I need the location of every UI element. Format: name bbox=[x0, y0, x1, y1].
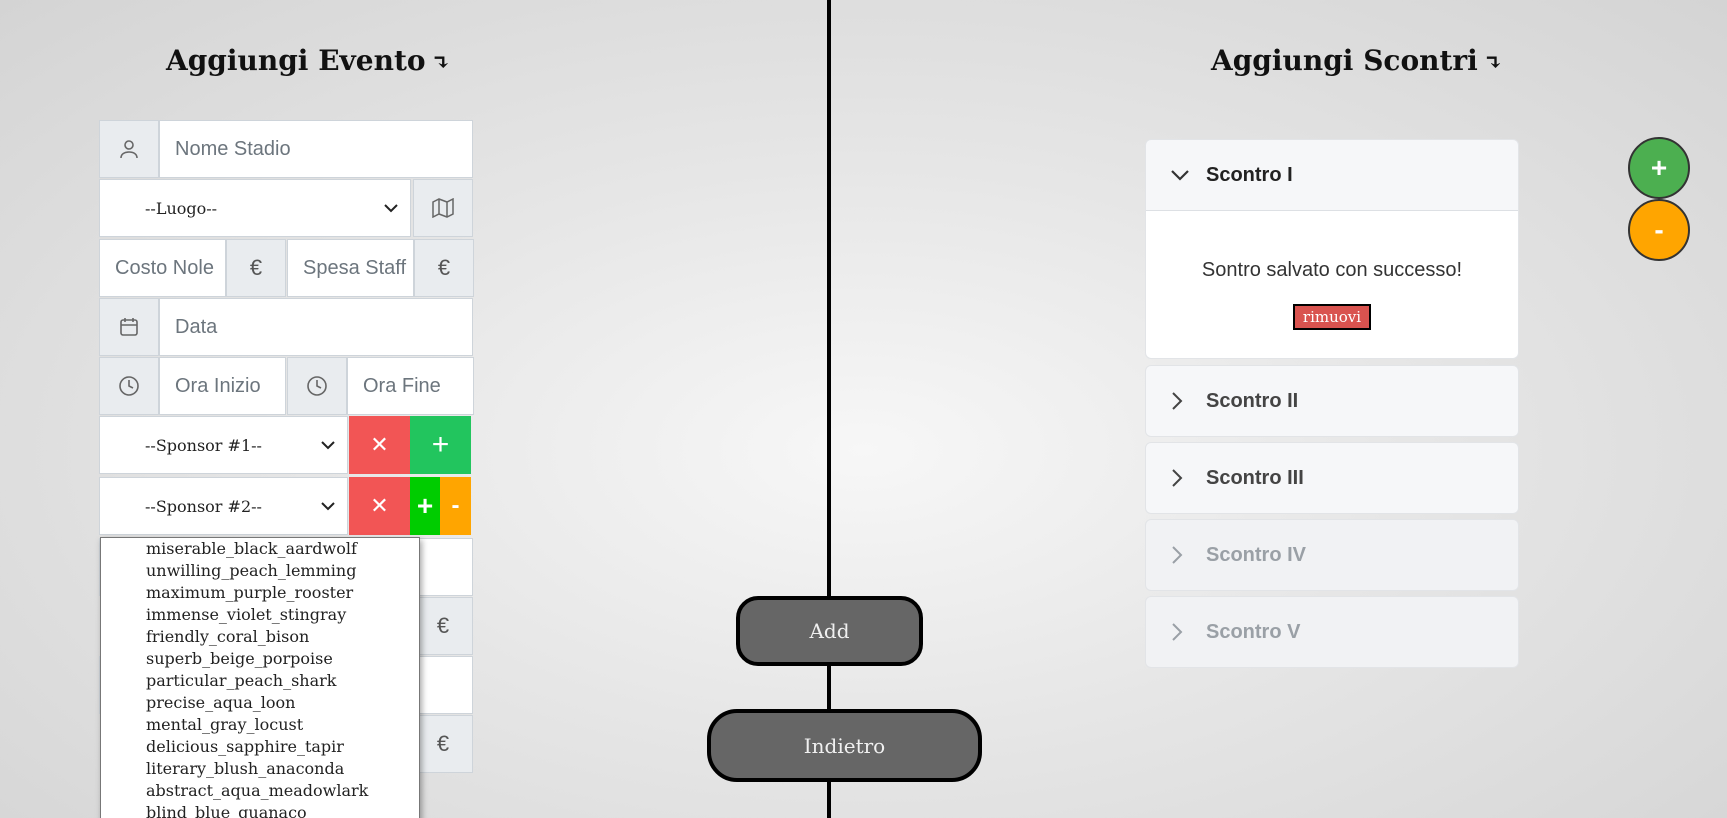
accordion-item-scontro-1: Scontro I Sontro salvato con successo! r… bbox=[1145, 139, 1519, 359]
sponsor2-group: --Sponsor #2-- ✕ + - bbox=[99, 477, 471, 535]
chevron-right-icon bbox=[1170, 468, 1190, 488]
dropdown-option[interactable]: miserable_black_aardwolf bbox=[101, 538, 419, 560]
accordion-header[interactable]: Scontro II bbox=[1146, 366, 1518, 436]
accordion-header[interactable]: Scontro I bbox=[1146, 140, 1518, 210]
clock-icon bbox=[287, 357, 347, 415]
success-message: Sontro salvato con successo! bbox=[1201, 259, 1463, 281]
rental-cost-group: Costo Nole € bbox=[99, 239, 286, 297]
matches-title: Aggiungi Scontri ↴ bbox=[1211, 44, 1503, 77]
dropdown-option[interactable]: abstract_aqua_meadowlark bbox=[101, 780, 419, 802]
rental-cost-input[interactable]: Costo Nole bbox=[99, 239, 226, 297]
accordion-header: Scontro IV bbox=[1146, 520, 1518, 590]
dropdown-option[interactable]: literary_blush_anaconda bbox=[101, 758, 419, 780]
map-icon bbox=[413, 179, 473, 237]
chevron-right-icon bbox=[1170, 391, 1190, 411]
euro-icon: € bbox=[414, 239, 474, 297]
dropdown-option[interactable]: maximum_purple_rooster bbox=[101, 582, 419, 604]
person-icon bbox=[99, 120, 159, 178]
remove-sponsor2-button[interactable]: ✕ bbox=[349, 477, 410, 535]
hidden-euro-group: € bbox=[413, 715, 473, 773]
remove-sponsor1-button[interactable]: ✕ bbox=[349, 416, 410, 474]
location-group: --Luogo-- bbox=[99, 179, 473, 237]
accordion-item-scontro-5: Scontro V bbox=[1145, 596, 1519, 668]
stadium-name-input[interactable]: Nome Stadio bbox=[159, 120, 473, 178]
accordion-item-scontro-2[interactable]: Scontro II bbox=[1145, 365, 1519, 437]
euro-icon: € bbox=[413, 715, 473, 773]
remove-match-circle-button[interactable]: - bbox=[1628, 199, 1690, 261]
dropdown-option[interactable]: mental_gray_locust bbox=[101, 714, 419, 736]
start-time-group: Ora Inizio bbox=[99, 357, 286, 415]
add-sponsor-button[interactable]: + bbox=[410, 477, 440, 535]
end-time-group: Ora Fine bbox=[287, 357, 474, 415]
start-time-input[interactable]: Ora Inizio bbox=[159, 357, 286, 415]
dropdown-option[interactable]: unwilling_peach_lemming bbox=[101, 560, 419, 582]
hidden-euro-group: € bbox=[413, 597, 473, 655]
dropdown-option[interactable]: particular_peach_shark bbox=[101, 670, 419, 692]
end-time-input[interactable]: Ora Fine bbox=[347, 357, 474, 415]
staff-expense-group: Spesa Staff € bbox=[287, 239, 474, 297]
add-button[interactable]: Add bbox=[736, 596, 923, 666]
clock-icon bbox=[99, 357, 159, 415]
accordion-header: Scontro V bbox=[1146, 597, 1518, 667]
remove-sponsor-button[interactable]: - bbox=[440, 477, 471, 535]
dropdown-option[interactable]: delicious_sapphire_tapir bbox=[101, 736, 419, 758]
euro-icon: € bbox=[226, 239, 286, 297]
staff-expense-input[interactable]: Spesa Staff bbox=[287, 239, 414, 297]
accordion-item-scontro-4: Scontro IV bbox=[1145, 519, 1519, 591]
chevron-right-icon bbox=[1170, 545, 1190, 565]
sponsor-dropdown-list[interactable]: miserable_black_aardwolf unwilling_peach… bbox=[100, 537, 420, 818]
add-sponsor-button[interactable]: + bbox=[410, 416, 471, 474]
euro-icon: € bbox=[413, 597, 473, 655]
dropdown-option[interactable]: blind_blue_guanaco bbox=[101, 802, 419, 818]
sponsor1-group: --Sponsor #1-- ✕ + bbox=[99, 416, 471, 474]
chevron-down-icon bbox=[1170, 168, 1190, 182]
chevron-right-icon bbox=[1170, 622, 1190, 642]
remove-match-button[interactable]: rimuovi bbox=[1292, 304, 1372, 330]
add-match-button[interactable]: + bbox=[1628, 137, 1690, 199]
accordion-header[interactable]: Scontro III bbox=[1146, 443, 1518, 513]
sponsor2-select[interactable]: --Sponsor #2-- bbox=[99, 477, 348, 535]
back-button[interactable]: Indietro bbox=[707, 709, 982, 782]
stadium-name-group: Nome Stadio bbox=[99, 120, 473, 178]
accordion-body: Sontro salvato con successo! rimuovi bbox=[1146, 210, 1518, 358]
vertical-divider bbox=[827, 0, 831, 818]
sponsor1-select[interactable]: --Sponsor #1-- bbox=[99, 416, 348, 474]
chevron-down-icon bbox=[384, 204, 398, 213]
chevron-down-icon bbox=[321, 441, 335, 450]
event-title: Aggiungi Evento ↴ bbox=[166, 44, 451, 77]
location-select[interactable]: --Luogo-- bbox=[99, 179, 411, 237]
date-group: Data bbox=[99, 298, 473, 356]
chevron-down-icon bbox=[321, 502, 335, 511]
accordion-item-scontro-3[interactable]: Scontro III bbox=[1145, 442, 1519, 514]
dropdown-option[interactable]: precise_aqua_loon bbox=[101, 692, 419, 714]
calendar-icon bbox=[99, 298, 159, 356]
dropdown-option[interactable]: superb_beige_porpoise bbox=[101, 648, 419, 670]
dropdown-option[interactable]: immense_violet_stingray bbox=[101, 604, 419, 626]
date-input[interactable]: Data bbox=[159, 298, 473, 356]
dropdown-option[interactable]: friendly_coral_bison bbox=[101, 626, 419, 648]
